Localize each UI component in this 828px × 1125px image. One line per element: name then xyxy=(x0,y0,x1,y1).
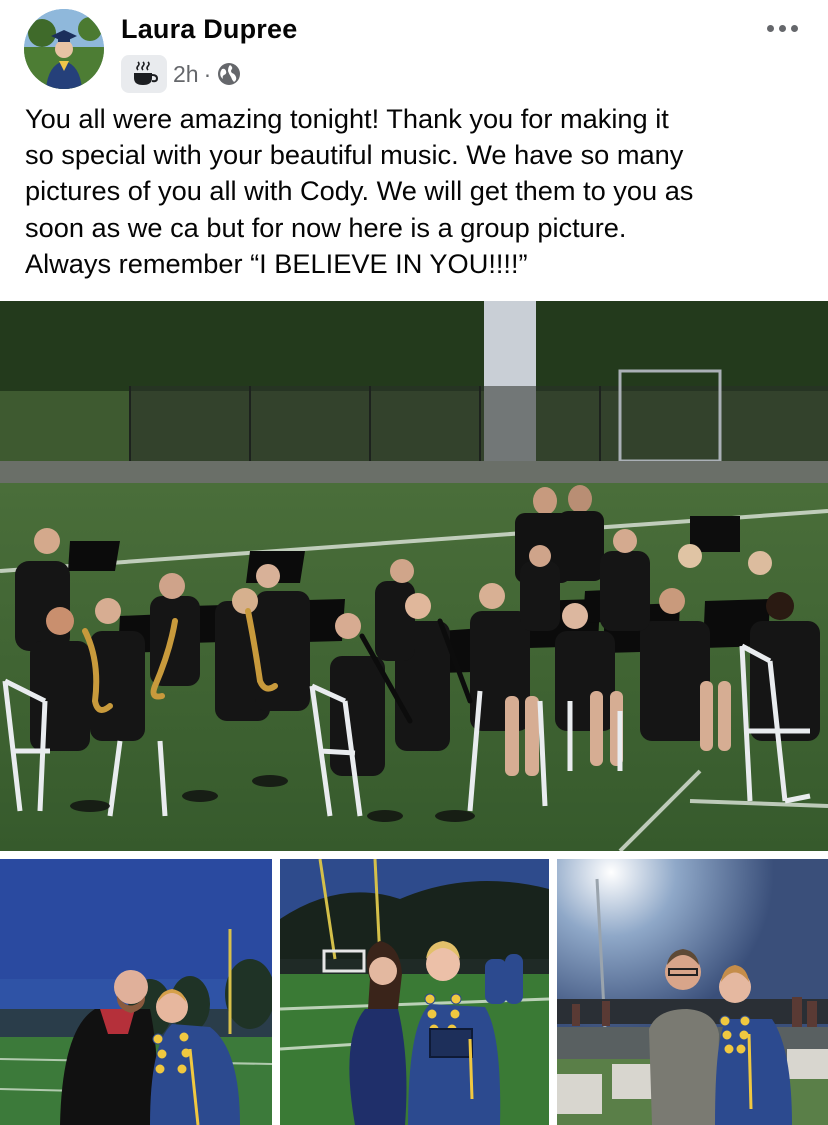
post-meta: 2h · xyxy=(121,55,241,93)
post-text-line: soon as we ca but for now here is a grou… xyxy=(25,211,627,243)
post-text-line: so special with your beautiful music. We… xyxy=(25,139,684,171)
post-text-line: Always remember “I BELIEVE IN YOU!!!!” xyxy=(25,247,528,279)
coffee-cup-icon[interactable] xyxy=(121,55,167,93)
author-name[interactable]: Laura Dupree xyxy=(121,14,297,45)
post-header: Laura Dupree 2h · xyxy=(0,0,828,100)
graduate-with-woman-photo[interactable] xyxy=(280,859,549,1125)
more-options-icon[interactable] xyxy=(764,18,800,38)
band-group-photo[interactable] xyxy=(0,301,828,851)
post-text-line: pictures of you all with Cody. We will g… xyxy=(25,175,694,207)
graduate-avatar-icon xyxy=(24,9,104,89)
post-text: You all were amazing tonight! Thank you … xyxy=(25,101,815,282)
meta-separator: · xyxy=(203,60,212,87)
facebook-post: Laura Dupree 2h · You all were amazing t… xyxy=(0,0,828,1125)
globe-icon[interactable] xyxy=(217,62,241,86)
graduate-with-man-photo[interactable] xyxy=(557,859,828,1125)
post-text-line: You all were amazing tonight! Thank you … xyxy=(25,103,669,134)
avatar[interactable] xyxy=(24,9,104,89)
graduate-with-teacher-photo[interactable] xyxy=(0,859,272,1125)
post-timestamp[interactable]: 2h xyxy=(173,61,199,88)
